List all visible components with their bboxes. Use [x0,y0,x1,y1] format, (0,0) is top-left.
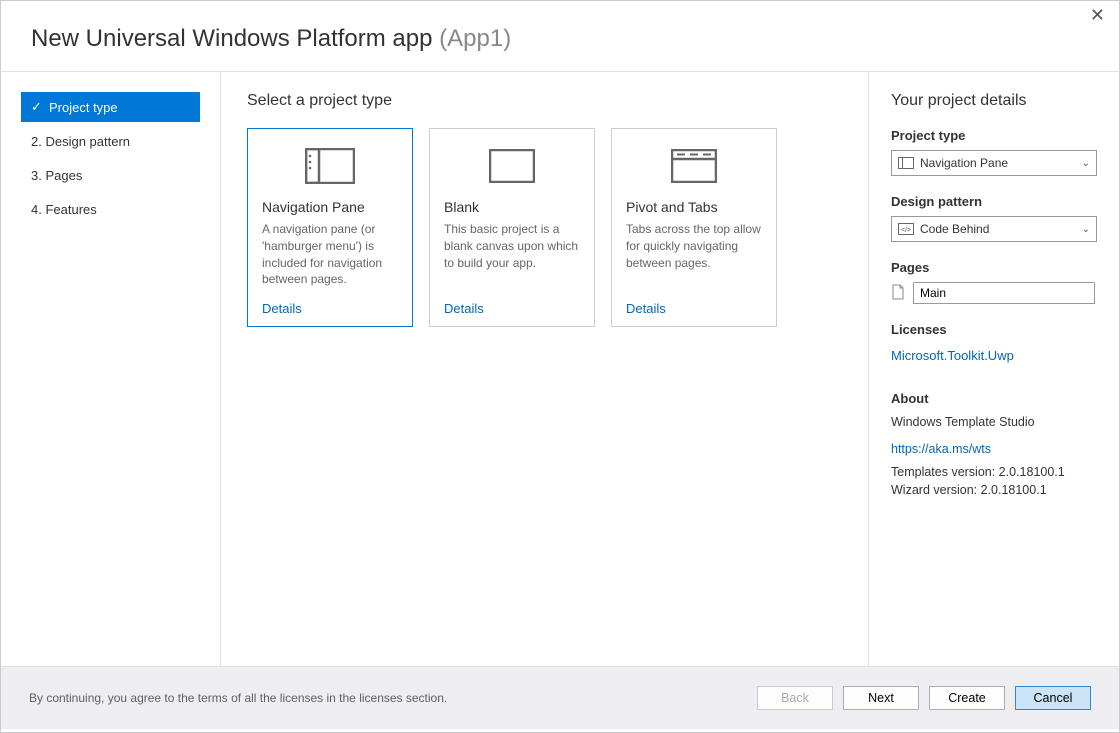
design-pattern-value: Code Behind [920,222,1082,236]
wizard-version: Wizard version: 2.0.18100.1 [891,481,1097,500]
sidebar-item-label: Project type [49,100,118,115]
pivot-tabs-icon [626,143,762,189]
page-title: New Universal Windows Platform app (App1… [31,25,511,53]
chevron-down-icon: ⌄ [1082,224,1090,235]
card-title: Navigation Pane [262,199,398,215]
about-url-link[interactable]: https://aka.ms/wts [891,440,991,459]
project-type-cards: Navigation Pane A navigation pane (or 'h… [247,128,842,327]
back-button: Back [757,686,833,710]
header: New Universal Windows Platform app (App1… [1,1,1119,71]
card-details-link[interactable]: Details [444,301,580,316]
card-blank[interactable]: Blank This basic project is a blank canv… [429,128,595,327]
sidebar-item-label: 2. Design pattern [31,134,130,149]
sidebar-item-pages[interactable]: 3. Pages [21,161,200,190]
next-button[interactable]: Next [843,686,919,710]
sidebar-item-features[interactable]: 4. Features [21,195,200,224]
card-title: Blank [444,199,580,215]
sidebar-item-label: 4. Features [31,202,97,217]
templates-version: Templates version: 2.0.18100.1 [891,463,1097,482]
cancel-button[interactable]: Cancel [1015,686,1091,710]
card-details-link[interactable]: Details [262,301,398,316]
card-title: Pivot and Tabs [626,199,762,215]
about-name: Windows Template Studio [891,413,1097,432]
sidebar: ✓ Project type 2. Design pattern 3. Page… [1,72,221,666]
details-pane: Your project details Project type Naviga… [869,72,1119,666]
svg-text:</>: </> [901,227,911,234]
create-button[interactable]: Create [929,686,1005,710]
project-type-label: Project type [891,128,1097,143]
about-label: About [891,391,1097,406]
title-text: New Universal Windows Platform app [31,25,432,52]
pages-input[interactable] [913,282,1095,304]
card-desc: A navigation pane (or 'hamburger menu') … [262,221,398,291]
app-name: (App1) [439,25,511,52]
card-pivot-tabs[interactable]: Pivot and Tabs Tabs across the top allow… [611,128,777,327]
project-type-value: Navigation Pane [920,156,1082,170]
main-heading: Select a project type [247,92,842,110]
document-icon [891,284,907,303]
design-pattern-select[interactable]: </> Code Behind ⌄ [891,216,1097,242]
details-heading: Your project details [891,92,1097,110]
navigation-pane-mini-icon [898,157,914,169]
footer: By continuing, you agree to the terms of… [1,667,1119,729]
licenses-label: Licenses [891,322,1097,337]
design-pattern-label: Design pattern [891,194,1097,209]
pages-label: Pages [891,260,1097,275]
chevron-down-icon: ⌄ [1082,158,1090,169]
card-navigation-pane[interactable]: Navigation Pane A navigation pane (or 'h… [247,128,413,327]
license-agreement-text: By continuing, you agree to the terms of… [29,691,447,705]
blank-icon [444,143,580,189]
main-area: Select a project type Navigation Pane A … [221,72,869,666]
sidebar-item-label: 3. Pages [31,168,82,183]
code-behind-mini-icon: </> [898,223,914,235]
license-link[interactable]: Microsoft.Toolkit.Uwp [891,348,1014,363]
sidebar-item-project-type[interactable]: ✓ Project type [21,92,200,122]
card-details-link[interactable]: Details [626,301,762,316]
card-desc: This basic project is a blank canvas upo… [444,221,580,291]
navigation-pane-icon [262,143,398,189]
close-button[interactable]: ✕ [1084,5,1111,26]
card-desc: Tabs across the top allow for quickly na… [626,221,762,291]
sidebar-item-design-pattern[interactable]: 2. Design pattern [21,127,200,156]
checkmark-icon: ✓ [31,99,45,115]
project-type-select[interactable]: Navigation Pane ⌄ [891,150,1097,176]
